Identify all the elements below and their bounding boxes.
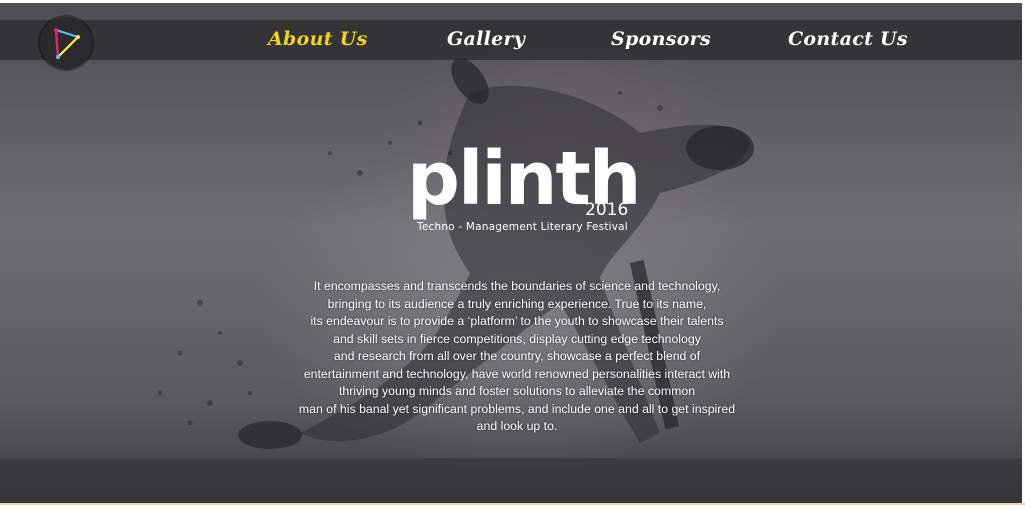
triangle-logo-icon — [54, 28, 81, 60]
nav-about-us[interactable]: About Us — [268, 28, 368, 50]
intro-line: and look up to. — [476, 419, 558, 433]
intro-paragraph: It encompasses and transcends the bounda… — [270, 278, 764, 436]
page: About Us Gallery Sponsors Contact Us pli… — [0, 0, 1025, 510]
intro-line: It encompasses and transcends the bounda… — [313, 279, 721, 293]
intro-line: and skill sets in fierce competitions, d… — [333, 331, 701, 346]
intro-line: and research from all over the country, … — [333, 349, 701, 363]
intro-line: thriving young minds and foster solution… — [338, 384, 696, 398]
nav-gallery[interactable]: Gallery — [447, 28, 525, 50]
intro-line: man of his banal yet significant problem… — [298, 401, 736, 416]
brand-tagline: Techno - Management Literary Festival — [417, 221, 628, 233]
intro-line: entertainment and technology, have world… — [303, 366, 731, 381]
site-logo[interactable] — [40, 17, 92, 69]
festival-brand: plinth 2016 Techno - Management Literary… — [405, 142, 645, 240]
nav-contact-us[interactable]: Contact Us — [788, 28, 908, 50]
intro-line: its endeavour is to provide a ‘platform’… — [310, 314, 724, 328]
intro-line: bringing to its audience a truly enrichi… — [327, 296, 707, 311]
nav-sponsors[interactable]: Sponsors — [611, 28, 711, 50]
bottom-divider — [0, 503, 1025, 505]
brand-year: 2016 — [585, 200, 629, 220]
